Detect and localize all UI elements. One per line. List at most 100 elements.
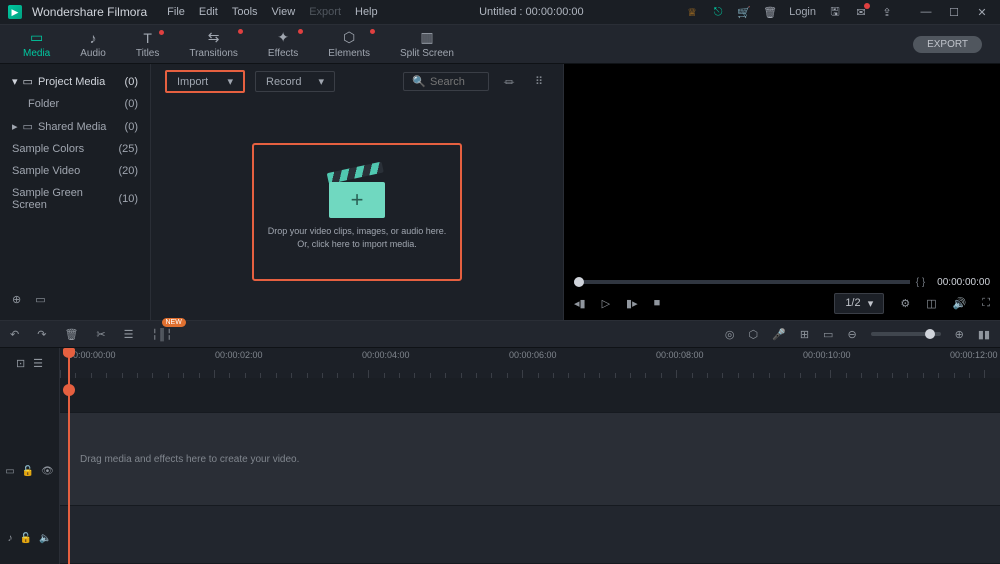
tab-elements[interactable]: ⬡ Elements: [313, 29, 385, 59]
snapshot-icon[interactable]: ◫: [926, 297, 936, 310]
tab-titles[interactable]: T Titles: [121, 30, 175, 59]
menu-export: Export: [309, 6, 341, 18]
menu-view[interactable]: View: [272, 6, 296, 18]
media-sidebar: ▾ ▭ Project Media (0) Folder (0) ▸ ▭ Sha…: [0, 64, 150, 320]
split-icon[interactable]: ✂: [96, 328, 105, 341]
preview-viewport[interactable]: [564, 64, 1000, 278]
next-frame-icon[interactable]: ▮▸: [626, 297, 638, 310]
search-box[interactable]: 🔍: [403, 72, 489, 91]
zoom-out-icon[interactable]: ⊖: [847, 328, 856, 341]
timeline-ruler-row: ⊡ ☰ 00:00:00:00 00:00:02:00 00:00:04:00 …: [0, 348, 1000, 378]
tab-effects[interactable]: ✦ Effects: [253, 29, 313, 59]
folder-icon: ▭: [23, 120, 33, 133]
media-controls: Import ▾ Record ▾ 🔍 ⏛ ⠿: [165, 70, 549, 93]
scale-dropdown[interactable]: 1/2 ▾: [834, 293, 884, 314]
titlebar-right: ♕ ⎋ 🛒 🗑 Login 🖫 ✉ ⇪ — ☐ ✕: [685, 5, 992, 19]
track-lanes[interactable]: Drag media and effects here to create yo…: [60, 378, 1000, 564]
tab-audio[interactable]: ♪ Audio: [65, 30, 121, 59]
save-icon[interactable]: 🖫: [828, 5, 842, 19]
track-options-icon[interactable]: ⊡: [16, 357, 25, 370]
elements-icon: ⬡: [343, 29, 355, 46]
export-button[interactable]: EXPORT: [913, 36, 982, 53]
crown-icon[interactable]: ♕: [685, 5, 699, 19]
sidebar-item-shared-media[interactable]: ▸ ▭ Shared Media (0): [8, 115, 142, 138]
menu-help[interactable]: Help: [355, 6, 378, 18]
mute-icon[interactable]: 🔈: [39, 533, 51, 544]
audio-track[interactable]: [60, 506, 1000, 564]
play-icon[interactable]: ▷: [602, 297, 610, 310]
mic-icon[interactable]: 🎤: [772, 328, 786, 341]
edit-tools-icon[interactable]: ☰: [124, 328, 134, 341]
redo-icon[interactable]: ↷: [37, 328, 46, 341]
menu-edit[interactable]: Edit: [199, 6, 218, 18]
sidebar-item-sample-green-screen[interactable]: Sample Green Screen (10): [8, 182, 142, 216]
titles-icon: T: [143, 30, 152, 46]
lock-icon[interactable]: 🔓: [20, 533, 32, 544]
search-icon: 🔍: [412, 75, 426, 88]
open-folder-icon[interactable]: ▭: [35, 293, 45, 306]
cart-icon[interactable]: 🛒: [737, 5, 751, 19]
grid-view-icon[interactable]: ⠿: [529, 75, 549, 88]
gift-icon[interactable]: 🗑: [763, 5, 777, 19]
delete-icon[interactable]: 🗑: [64, 328, 78, 341]
scrub-knob[interactable]: [574, 277, 584, 287]
category-toolbar: ▭ Media ♪ Audio T Titles ⇆ Transitions ✦…: [0, 24, 1000, 64]
zoom-fit-icon[interactable]: ▮▮: [978, 328, 990, 341]
undo-icon[interactable]: ↶: [10, 328, 19, 341]
new-folder-icon[interactable]: ⊕: [12, 293, 21, 306]
settings-icon[interactable]: ⚙: [900, 297, 910, 310]
track-header-audio[interactable]: ♪ 🔓 🔈: [0, 512, 59, 564]
document-title: Untitled : 00:00:00:00: [378, 6, 685, 18]
mail-icon[interactable]: ✉: [854, 5, 868, 19]
timeline-tracks: ▭ 🔓 👁 ♪ 🔓 🔈 Drag media and effects here …: [0, 378, 1000, 564]
maximize-button[interactable]: ☐: [944, 6, 964, 19]
track-header-video[interactable]: ▭ 🔓 👁: [0, 430, 59, 513]
record-voiceover-icon[interactable]: ◎: [725, 328, 735, 341]
clapperboard-icon: +: [329, 173, 385, 219]
import-drop-zone[interactable]: + Drop your video clips, images, or audi…: [252, 143, 462, 281]
playhead[interactable]: [68, 348, 70, 564]
prev-frame-icon[interactable]: ◂▮: [574, 297, 586, 310]
titlebar: ▶ Wondershare Filmora File Edit Tools Vi…: [0, 0, 1000, 24]
sidebar-bottom-tools: ⊕ ▭: [8, 285, 142, 314]
scrub-track[interactable]: [574, 280, 910, 284]
chevron-down-icon: ▾: [227, 75, 233, 88]
fullscreen-icon[interactable]: ⛶: [982, 297, 990, 310]
chevron-right-icon: ▸: [12, 120, 18, 133]
filter-icon[interactable]: ⏛: [499, 74, 519, 90]
login-link[interactable]: Login: [789, 6, 816, 18]
sidebar-item-project-media[interactable]: ▾ ▭ Project Media (0): [8, 70, 142, 93]
visibility-icon[interactable]: 👁: [41, 466, 54, 477]
timeline-ruler[interactable]: 00:00:00:00 00:00:02:00 00:00:04:00 00:0…: [60, 348, 1000, 378]
track-headers: ▭ 🔓 👁 ♪ 🔓 🔈: [0, 378, 60, 564]
main-menu: File Edit Tools View Export Help: [167, 6, 377, 18]
render-icon[interactable]: ▭: [823, 328, 833, 341]
support-icon[interactable]: ⎋: [711, 5, 725, 19]
menu-tools[interactable]: Tools: [232, 6, 258, 18]
zoom-slider[interactable]: [871, 332, 941, 336]
marker-icon[interactable]: ⬡: [749, 328, 759, 341]
tab-transitions[interactable]: ⇆ Transitions: [174, 29, 253, 59]
close-button[interactable]: ✕: [972, 6, 992, 19]
preview-scrubber[interactable]: { } 00:00:00:00: [564, 278, 1000, 286]
zoom-in-icon[interactable]: ⊕: [955, 328, 964, 341]
track-list-icon[interactable]: ☰: [33, 357, 43, 370]
stop-icon[interactable]: ■: [654, 297, 661, 309]
menu-file[interactable]: File: [167, 6, 185, 18]
search-input[interactable]: [430, 76, 480, 88]
tab-split-screen[interactable]: ▥ Split Screen: [385, 29, 469, 59]
sidebar-item-sample-colors[interactable]: Sample Colors (25): [8, 138, 142, 160]
account-icon[interactable]: ⇪: [880, 5, 894, 19]
record-dropdown[interactable]: Record ▾: [255, 71, 335, 92]
tab-media[interactable]: ▭ Media: [8, 29, 65, 59]
audio-tools-icon[interactable]: ╎║╎: [152, 328, 173, 341]
video-track[interactable]: Drag media and effects here to create yo…: [60, 413, 1000, 506]
mixer-icon[interactable]: ⊞: [800, 328, 809, 341]
import-dropdown[interactable]: Import ▾: [165, 70, 245, 93]
minimize-button[interactable]: —: [916, 6, 936, 19]
lock-icon[interactable]: 🔓: [22, 466, 34, 477]
sidebar-item-sample-video[interactable]: Sample Video (20): [8, 160, 142, 182]
zoom-knob[interactable]: [925, 329, 935, 339]
volume-icon[interactable]: 🔊: [953, 297, 967, 310]
sidebar-item-folder[interactable]: Folder (0): [8, 93, 142, 115]
